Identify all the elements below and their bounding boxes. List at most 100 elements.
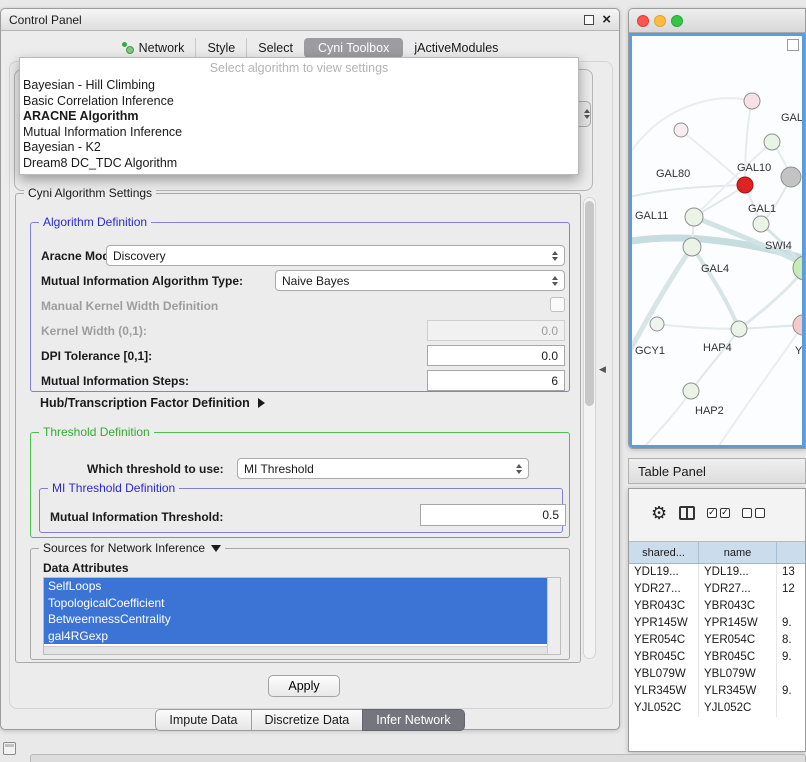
table-cell: 13 (777, 564, 805, 581)
algorithm-option[interactable]: Bayesian - K2 (20, 140, 578, 156)
table-panel-titlebar[interactable]: Table Panel (628, 458, 806, 484)
collapse-arrow-icon[interactable] (211, 545, 221, 552)
which-threshold-select[interactable]: MI Threshold (237, 458, 529, 479)
empty-checkboxes-icon[interactable] (742, 508, 765, 518)
network-edge[interactable] (657, 324, 739, 329)
attribute-row[interactable]: BetweennessCentrality (44, 611, 547, 628)
node-label: GAL4 (701, 263, 729, 275)
bottom-tab-discretize-data[interactable]: Discretize Data (251, 709, 364, 731)
column-header[interactable]: shared... (629, 542, 699, 563)
table-row[interactable]: YBR043CYBR043C (629, 598, 805, 615)
attribute-row[interactable]: SelfLoops (44, 578, 547, 595)
table-row[interactable]: YBR045CYBR045C9. (629, 649, 805, 666)
spinner-arrows-icon (578, 109, 590, 119)
checkbox-icon (720, 508, 730, 518)
network-node[interactable] (683, 238, 701, 256)
table-cell: YBL079W (699, 666, 777, 683)
settings-scrollbar-thumb[interactable] (585, 201, 594, 406)
attribute-rows: SelfLoopsTopologicalCoefficientBetweenne… (44, 578, 547, 646)
table-row[interactable]: YDR27...YDR27...12 (629, 581, 805, 598)
tab-label: Select (258, 41, 293, 55)
network-node[interactable] (793, 315, 804, 335)
hub-definition-expander[interactable]: Hub/Transcription Factor Definition (40, 396, 265, 410)
network-node[interactable] (781, 167, 801, 187)
list-scrollbar-vertical[interactable] (547, 578, 560, 654)
network-node[interactable] (650, 317, 664, 331)
network-edge[interactable] (691, 329, 739, 391)
table-columns-icon[interactable] (679, 506, 695, 520)
network-node[interactable] (731, 321, 747, 337)
dpi-tolerance-field[interactable]: 0.0 (427, 345, 565, 366)
algorithm-option[interactable]: Bayesian - Hill Climbing (20, 78, 578, 94)
network-edge[interactable] (636, 391, 691, 448)
list-scrollbar-horizontal[interactable] (44, 646, 547, 654)
manual-kernel-checkbox[interactable] (550, 297, 565, 312)
gear-icon[interactable]: ⚙ (651, 503, 667, 524)
control-panel-titlebar[interactable]: Control Panel × (1, 9, 619, 31)
network-node[interactable] (753, 216, 769, 232)
tab-label: Cyni Toolbox (318, 41, 389, 55)
mi-threshold-group-title: MI Threshold Definition (48, 481, 179, 495)
tab-jactivemodules[interactable]: jActiveModules (403, 38, 509, 58)
network-edge[interactable] (632, 98, 752, 164)
attribute-row[interactable]: gal4RGexp (44, 628, 547, 645)
network-node[interactable] (744, 93, 760, 109)
algorithm-option[interactable]: Mutual Information Inference (20, 125, 578, 141)
mi-threshold-field[interactable]: 0.5 (420, 504, 566, 526)
tab-cyni-toolbox[interactable]: Cyni Toolbox (304, 38, 403, 58)
network-node[interactable] (674, 123, 688, 137)
table-row[interactable]: YBL079WYBL079W (629, 666, 805, 683)
select-all-checkboxes-icon[interactable] (707, 508, 730, 518)
table-row[interactable]: YER054CYER054C8. (629, 632, 805, 649)
tab-style[interactable]: Style (195, 38, 246, 58)
tab-select[interactable]: Select (246, 38, 304, 58)
network-icon (122, 42, 134, 54)
network-window-titlebar[interactable] (629, 9, 805, 33)
table-row[interactable]: YLR345WYLR345W9. (629, 683, 805, 700)
table-scroll-area[interactable]: shared...name YDL19...YDL19...13YDR27...… (629, 541, 805, 751)
splitter-collapse-icon[interactable]: ◀ (599, 364, 606, 375)
table-cell: YDL19... (699, 564, 777, 581)
algorithm-option[interactable]: ARACNE Algorithm (20, 109, 578, 125)
table-cell (777, 666, 805, 683)
mi-type-select[interactable]: Naive Bayes (275, 270, 565, 291)
network-node[interactable] (685, 208, 703, 226)
table-row[interactable]: YPR145WYPR145W9. (629, 615, 805, 632)
bottom-tab-infer-network[interactable]: Infer Network (362, 709, 464, 731)
column-header[interactable]: name (699, 542, 777, 563)
table-cell: YLR345W (699, 683, 777, 700)
node-label: GAL80 (656, 168, 690, 180)
table-row[interactable]: YDL19...YDL19...13 (629, 564, 805, 581)
algorithm-option[interactable]: Basic Correlation Inference (20, 94, 578, 110)
aracne-mode-select[interactable]: Discovery (106, 245, 565, 266)
network-node[interactable] (683, 383, 699, 399)
table-row[interactable]: YJL052CYJL052C (629, 700, 805, 717)
apply-button[interactable]: Apply (268, 675, 340, 697)
close-window-icon[interactable]: × (602, 14, 611, 26)
algorithm-definition-group: Algorithm Definition Aracne Mode: Discov… (30, 222, 570, 392)
bottom-tab-impute-data[interactable]: Impute Data (155, 709, 251, 731)
threshold-definition-title: Threshold Definition (39, 425, 154, 439)
settings-scrollbar[interactable] (583, 197, 596, 659)
attribute-row[interactable]: TopologicalCoefficient (44, 595, 547, 612)
network-node[interactable] (764, 134, 780, 150)
aracne-mode-value: Discovery (113, 249, 166, 263)
close-traffic-light-icon[interactable] (637, 15, 649, 27)
kernel-width-label: Kernel Width (0,1): (41, 324, 147, 338)
network-canvas[interactable]: GAL7GAL80GAL10GAL11GAL1SWI4GAL4GCY1HAP4H… (629, 33, 805, 448)
mi-threshold-label: Mutual Information Threshold: (50, 510, 223, 524)
collapsed-panel-icon[interactable] (3, 742, 16, 755)
network-edge[interactable] (632, 247, 692, 358)
table-cell: YBR045C (629, 649, 699, 666)
column-header[interactable] (777, 542, 805, 563)
minimize-traffic-light-icon[interactable] (654, 15, 666, 27)
mi-steps-field[interactable]: 6 (427, 370, 565, 391)
algorithm-option[interactable]: Dream8 DC_TDC Algorithm (20, 156, 578, 172)
mi-type-label: Mutual Information Algorithm Type: (41, 274, 243, 288)
tab-network[interactable]: Network (111, 38, 196, 58)
float-window-icon[interactable] (584, 15, 594, 25)
network-node[interactable] (737, 177, 753, 193)
network-edge[interactable] (692, 247, 739, 329)
mi-type-value: Naive Bayes (282, 274, 349, 288)
zoom-traffic-light-icon[interactable] (671, 15, 683, 27)
